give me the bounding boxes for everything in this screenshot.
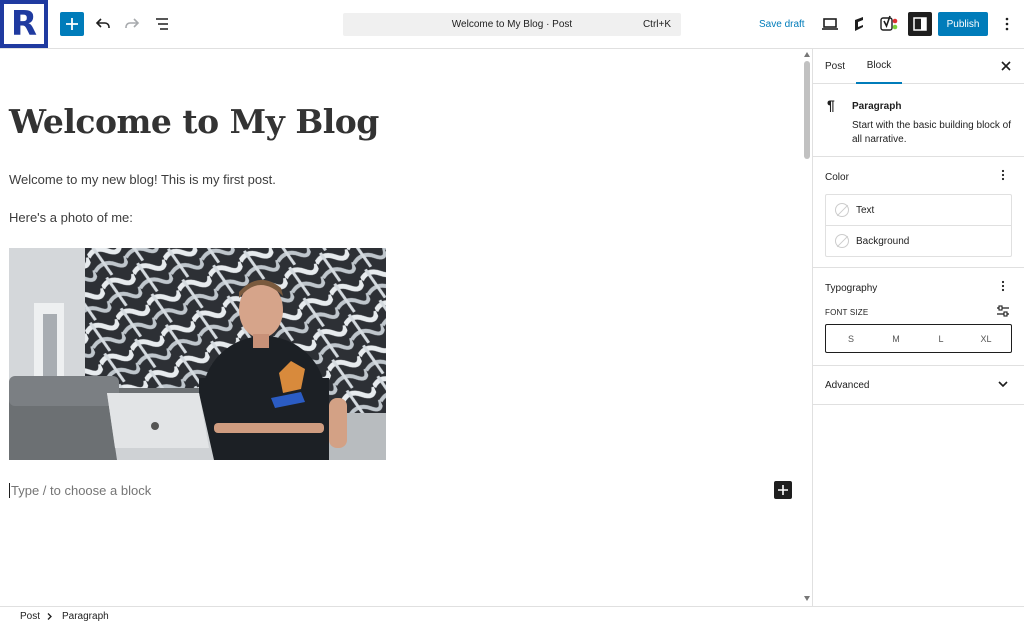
font-size-picker: S M L XL	[825, 324, 1012, 353]
block-name: Paragraph	[852, 101, 902, 112]
publish-button[interactable]: Publish	[938, 12, 988, 36]
sliders-icon	[997, 305, 1009, 317]
tab-block[interactable]: Block	[856, 49, 902, 84]
options-icon	[1001, 280, 1005, 292]
paragraph-block[interactable]: Welcome to my new blog! This is my first…	[9, 172, 276, 187]
block-card: ¶ Paragraph Start with the basic buildin…	[813, 84, 1024, 157]
paragraph-block[interactable]: Here's a photo of me:	[9, 210, 133, 225]
options-icon	[1005, 17, 1009, 31]
tab-post[interactable]: Post	[817, 49, 853, 84]
background-color-label: Background	[856, 236, 910, 247]
typography-options-button[interactable]	[997, 280, 1009, 294]
color-panel: Color Text Background	[813, 157, 1024, 268]
sidebar-tabs: Post Block	[813, 49, 1024, 84]
settings-sidebar: Post Block ¶ Paragraph Start with the ba…	[812, 49, 1024, 606]
color-panel-title: Color	[825, 172, 849, 183]
chevron-right-icon	[47, 613, 52, 620]
canvas-scrollbar[interactable]	[802, 49, 812, 606]
add-block-button[interactable]	[60, 12, 84, 36]
font-size-label: FONT SIZE	[825, 308, 869, 317]
jetpack-icon	[855, 17, 863, 31]
advanced-panel-title: Advanced	[825, 380, 870, 391]
jetpack-button[interactable]	[848, 12, 872, 36]
preview-button[interactable]	[818, 12, 842, 36]
color-settings: Text Background	[825, 194, 1012, 257]
close-sidebar-button[interactable]	[999, 59, 1013, 73]
custom-size-button[interactable]	[996, 304, 1010, 318]
typography-panel-title: Typography	[825, 283, 878, 294]
scroll-up-arrow-icon	[804, 52, 810, 57]
color-swatch-icon	[835, 234, 849, 248]
text-color-option[interactable]: Text	[826, 195, 1011, 226]
block-description: Start with the basic building block of a…	[852, 120, 1011, 145]
plus-icon	[778, 485, 788, 495]
scrollbar-thumb[interactable]	[804, 61, 810, 159]
font-size-m[interactable]: M	[886, 334, 906, 344]
author-photo	[9, 248, 386, 460]
font-size-s[interactable]: S	[841, 334, 861, 344]
paragraph-icon: ¶	[827, 97, 835, 113]
font-size-l[interactable]: L	[931, 334, 951, 344]
advanced-panel[interactable]: Advanced	[813, 366, 1024, 405]
color-swatch-icon	[835, 203, 849, 217]
undo-button[interactable]	[91, 12, 115, 36]
scroll-down-arrow-icon	[804, 596, 810, 601]
command-palette[interactable]: Welcome to My Blog · Post Ctrl+K	[343, 13, 681, 36]
typography-panel: Typography FONT SIZE S M L XL	[813, 268, 1024, 366]
image-block[interactable]	[9, 248, 386, 460]
close-icon	[1001, 61, 1011, 71]
command-shortcut: Ctrl+K	[642, 19, 671, 30]
options-icon	[1001, 169, 1005, 181]
block-appender-input[interactable]: Type / to choose a block	[9, 483, 151, 498]
yoast-button[interactable]	[878, 12, 902, 36]
breadcrumb-post[interactable]: Post	[20, 611, 40, 622]
yoast-icon	[880, 15, 898, 31]
font-size-xl[interactable]: XL	[976, 334, 996, 344]
editor-header: R Welcome to My Blog · Post Ctrl+K Save …	[0, 0, 1024, 49]
post-title[interactable]: Welcome to My Blog	[9, 102, 379, 141]
plus-icon	[66, 18, 78, 30]
settings-button[interactable]	[908, 12, 932, 36]
background-color-option[interactable]: Background	[826, 226, 1011, 257]
settings-sidebar-icon	[913, 17, 927, 31]
redo-icon	[125, 18, 140, 28]
block-breadcrumb: Post Paragraph	[0, 606, 1024, 625]
save-draft-button[interactable]: Save draft	[759, 19, 805, 30]
site-logo[interactable]: R	[0, 0, 48, 48]
document-overview-button[interactable]	[150, 12, 174, 36]
redo-button[interactable]	[120, 12, 144, 36]
editor-canvas: Welcome to My Blog Welcome to my new blo…	[0, 49, 812, 606]
color-options-button[interactable]	[997, 169, 1009, 183]
logo-letter: R	[10, 4, 38, 44]
breadcrumb-paragraph[interactable]: Paragraph	[62, 611, 109, 622]
document-overview-icon	[156, 18, 168, 30]
preview-icon	[822, 18, 838, 30]
chevron-down-icon	[998, 381, 1008, 388]
undo-icon	[95, 18, 110, 28]
command-title: Welcome to My Blog · Post	[451, 19, 573, 30]
inline-add-block-button[interactable]	[774, 481, 792, 499]
options-button[interactable]	[995, 12, 1019, 36]
text-color-label: Text	[856, 205, 875, 216]
